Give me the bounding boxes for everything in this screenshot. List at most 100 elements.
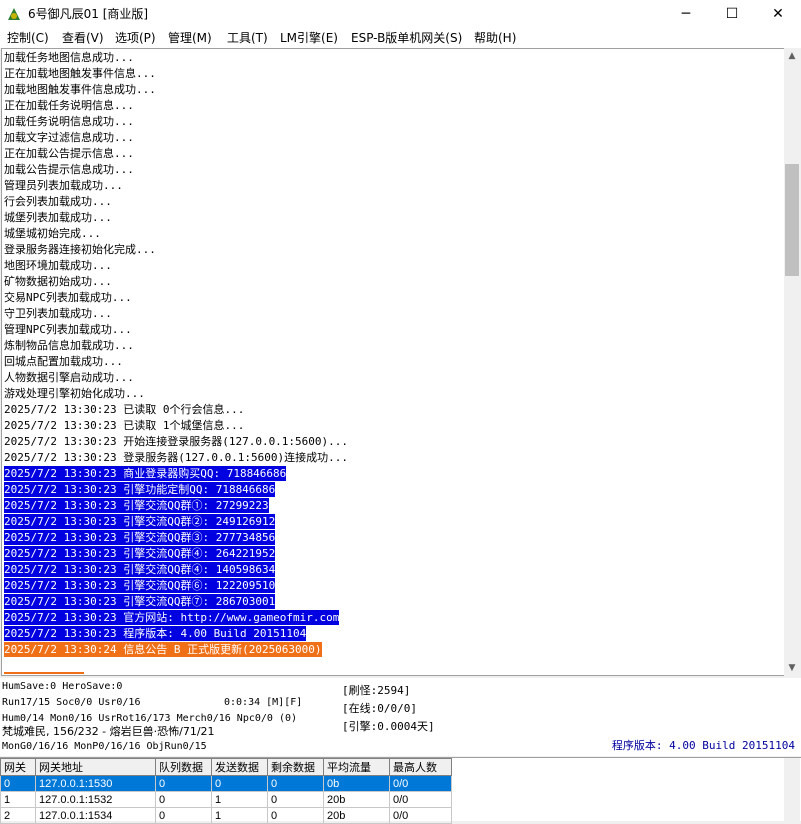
log-output[interactable]: 加载任务地图信息成功... 正在加载地图触发事件信息... 加载地图触发事件信息成功…: [1, 48, 786, 676]
log-line: 回城点配置加载成功...: [4, 355, 123, 368]
run-status: Run17/15 Soc0/0 Usr0/16: [2, 697, 141, 708]
cell-queue: 0: [155, 775, 212, 792]
log-line: 交易NPC列表加载成功...: [4, 291, 132, 304]
log-line: 正在加载任务说明信息...: [4, 99, 134, 112]
cell-sent: 1: [211, 791, 268, 808]
scroll-down-icon[interactable]: ▼: [784, 660, 800, 676]
log-line: 加载公告提示信息成功...: [4, 163, 134, 176]
cell-sent: 0: [211, 775, 268, 792]
log-scrollbar[interactable]: ▲ ▼: [784, 48, 800, 676]
col-queue[interactable]: 队列数据: [155, 758, 212, 776]
log-line: 管理NPC列表加载成功...: [4, 323, 132, 336]
col-address[interactable]: 网关地址: [35, 758, 156, 776]
log-line: 炼制物品信息加载成功...: [4, 339, 134, 352]
log-line: 2025/7/2 13:30:23 程序版本: 4.00 Build 20151…: [4, 626, 307, 641]
log-line: 城堡列表加载成功...: [4, 211, 112, 224]
col-sent[interactable]: 发送数据: [211, 758, 268, 776]
title-bar: 6号御凡辰01 [商业版] ─ ☐ ✕: [0, 0, 801, 28]
menu-help[interactable]: 帮助(H): [474, 29, 516, 47]
log-line: 2025/7/2 13:30:23 登录服务器(127.0.0.1:5600)连…: [4, 451, 349, 464]
col-gateway[interactable]: 网关: [0, 758, 36, 776]
map-status: 梵城难民, 156/232 - 熔岩巨兽·恐怖/71/21: [2, 725, 215, 738]
log-line: 加载地图触发事件信息成功...: [4, 83, 156, 96]
log-line: 2025/7/2 13:30:23 引擎交流QQ群③: 277734856: [4, 530, 276, 545]
log-line: 正在加载地图触发事件信息...: [4, 67, 156, 80]
cell-remaining: 0: [267, 791, 324, 808]
log-line: 加载任务地图信息成功...: [4, 51, 134, 64]
menu-view[interactable]: 查看(V): [62, 29, 104, 47]
log-line: 矿物数据初始成功...: [4, 275, 112, 288]
cell-gateway: 0: [0, 775, 36, 792]
log-line: 地图环境加载成功...: [4, 259, 112, 272]
engine-time: [引擎:0.0004天]: [342, 720, 435, 733]
menu-control[interactable]: 控制(C): [7, 29, 49, 47]
refresh-count: [刷怪:2594]: [342, 684, 411, 697]
cell-sent: 1: [211, 807, 268, 824]
close-button[interactable]: ✕: [755, 0, 801, 28]
log-line: 加载文字过滤信息成功...: [4, 131, 134, 144]
table-header: 网关 网关地址 队列数据 发送数据 剩余数据 平均流量 最高人数: [0, 758, 452, 776]
cell-remaining: 0: [267, 775, 324, 792]
log-line: 守卫列表加载成功...: [4, 307, 112, 320]
col-avg-traffic[interactable]: 平均流量: [323, 758, 390, 776]
log-line: 2025/7/2 13:30:23 开始连接登录服务器(127.0.0.1:56…: [4, 435, 349, 448]
log-line: 2025/7/2 13:30:23 引擎交流QQ群①: 27299223: [4, 498, 269, 513]
col-remaining[interactable]: 剩余数据: [267, 758, 324, 776]
log-line: 2025/7/2 13:30:24 信息公告 B 正式版更新(202506300…: [4, 642, 322, 657]
log-line: 2025/7/2 13:30:23 商业登录器购买QQ: 718846686: [4, 466, 287, 481]
cell-address: 127.0.0.1:1534: [35, 807, 156, 824]
menu-esp-gateway[interactable]: ESP-B版单机网关(S): [351, 29, 462, 47]
log-line: 2025/7/2 13:30:23 引擎交流QQ群④: 264221952: [4, 546, 276, 561]
minimize-button[interactable]: ─: [663, 0, 709, 28]
online-count: [在线:0/0/0]: [342, 702, 417, 715]
table-row[interactable]: 0 127.0.0.1:1530 0 0 0 0b 0/0: [0, 775, 452, 792]
menu-tools[interactable]: 工具(T): [227, 29, 268, 47]
table-scrollbar[interactable]: [784, 758, 800, 821]
log-line: 城堡城初始完成...: [4, 227, 101, 240]
cell-queue: 0: [155, 807, 212, 824]
log-line: 2025/7/2 13:30:23 已读取 1个城堡信息...: [4, 419, 245, 432]
uptime: 0:0:34 [M][F]: [224, 697, 303, 708]
log-line: 加载任务说明信息成功...: [4, 115, 134, 128]
log-line: 正在加载公告提示信息...: [4, 147, 134, 160]
app-icon: [8, 8, 20, 20]
log-line: 2025/7/2 13:30:23 引擎交流QQ群⑦: 286703001: [4, 594, 276, 609]
program-version: 程序版本: 4.00 Build 20151104: [611, 739, 795, 752]
cell-avg-traffic: 20b: [323, 807, 390, 824]
menu-bar: 控制(C) 查看(V) 选项(P) 管理(M) 工具(T) LM引擎(E) ES…: [0, 28, 801, 48]
cell-remaining: 0: [267, 807, 324, 824]
cell-address: 127.0.0.1:1532: [35, 791, 156, 808]
cell-max-users: 0/0: [389, 775, 452, 792]
log-caret-mark: [4, 672, 84, 674]
menu-options[interactable]: 选项(P): [115, 29, 156, 47]
col-max-users[interactable]: 最高人数: [389, 758, 452, 776]
log-line: 2025/7/2 13:30:23 已读取 0个行会信息...: [4, 403, 245, 416]
log-line: 2025/7/2 13:30:23 官方网站: http://www.gameo…: [4, 610, 340, 625]
scroll-thumb[interactable]: [785, 164, 799, 276]
table-row[interactable]: 1 127.0.0.1:1532 0 1 0 20b 0/0: [0, 791, 452, 808]
log-line: 2025/7/2 13:30:23 引擎交流QQ群④: 140598634: [4, 562, 276, 577]
log-line: 2025/7/2 13:30:23 引擎交流QQ群⑥: 122209510: [4, 578, 276, 593]
window-title: 6号御凡辰01 [商业版]: [28, 7, 149, 21]
log-line: 管理员列表加载成功...: [4, 179, 123, 192]
menu-lm-engine[interactable]: LM引擎(E): [280, 29, 338, 47]
cell-avg-traffic: 20b: [323, 791, 390, 808]
log-line: 2025/7/2 13:30:23 引擎功能定制QQ: 718846686: [4, 482, 276, 497]
menu-manage[interactable]: 管理(M): [168, 29, 212, 47]
cell-max-users: 0/0: [389, 807, 452, 824]
log-line: 人物数据引擎启动成功...: [4, 371, 134, 384]
log-line: 游戏处理引擎初始化成功...: [4, 387, 145, 400]
save-status: HumSave:0 HeroSave:0: [2, 681, 123, 692]
scroll-up-icon[interactable]: ▲: [784, 48, 800, 64]
gateway-table: 网关 网关地址 队列数据 发送数据 剩余数据 平均流量 最高人数 0 127.0…: [0, 757, 801, 824]
maximize-button[interactable]: ☐: [709, 0, 755, 28]
cell-queue: 0: [155, 791, 212, 808]
cell-address: 127.0.0.1:1530: [35, 775, 156, 792]
monster-status: MonG0/16/16 MonP0/16/16 ObjRun0/15: [2, 741, 207, 752]
log-line: 行会列表加载成功...: [4, 195, 112, 208]
cell-gateway: 2: [0, 807, 36, 824]
cell-max-users: 0/0: [389, 791, 452, 808]
log-line: 登录服务器连接初始化完成...: [4, 243, 156, 256]
table-row[interactable]: 2 127.0.0.1:1534 0 1 0 20b 0/0: [0, 807, 452, 824]
cell-gateway: 1: [0, 791, 36, 808]
